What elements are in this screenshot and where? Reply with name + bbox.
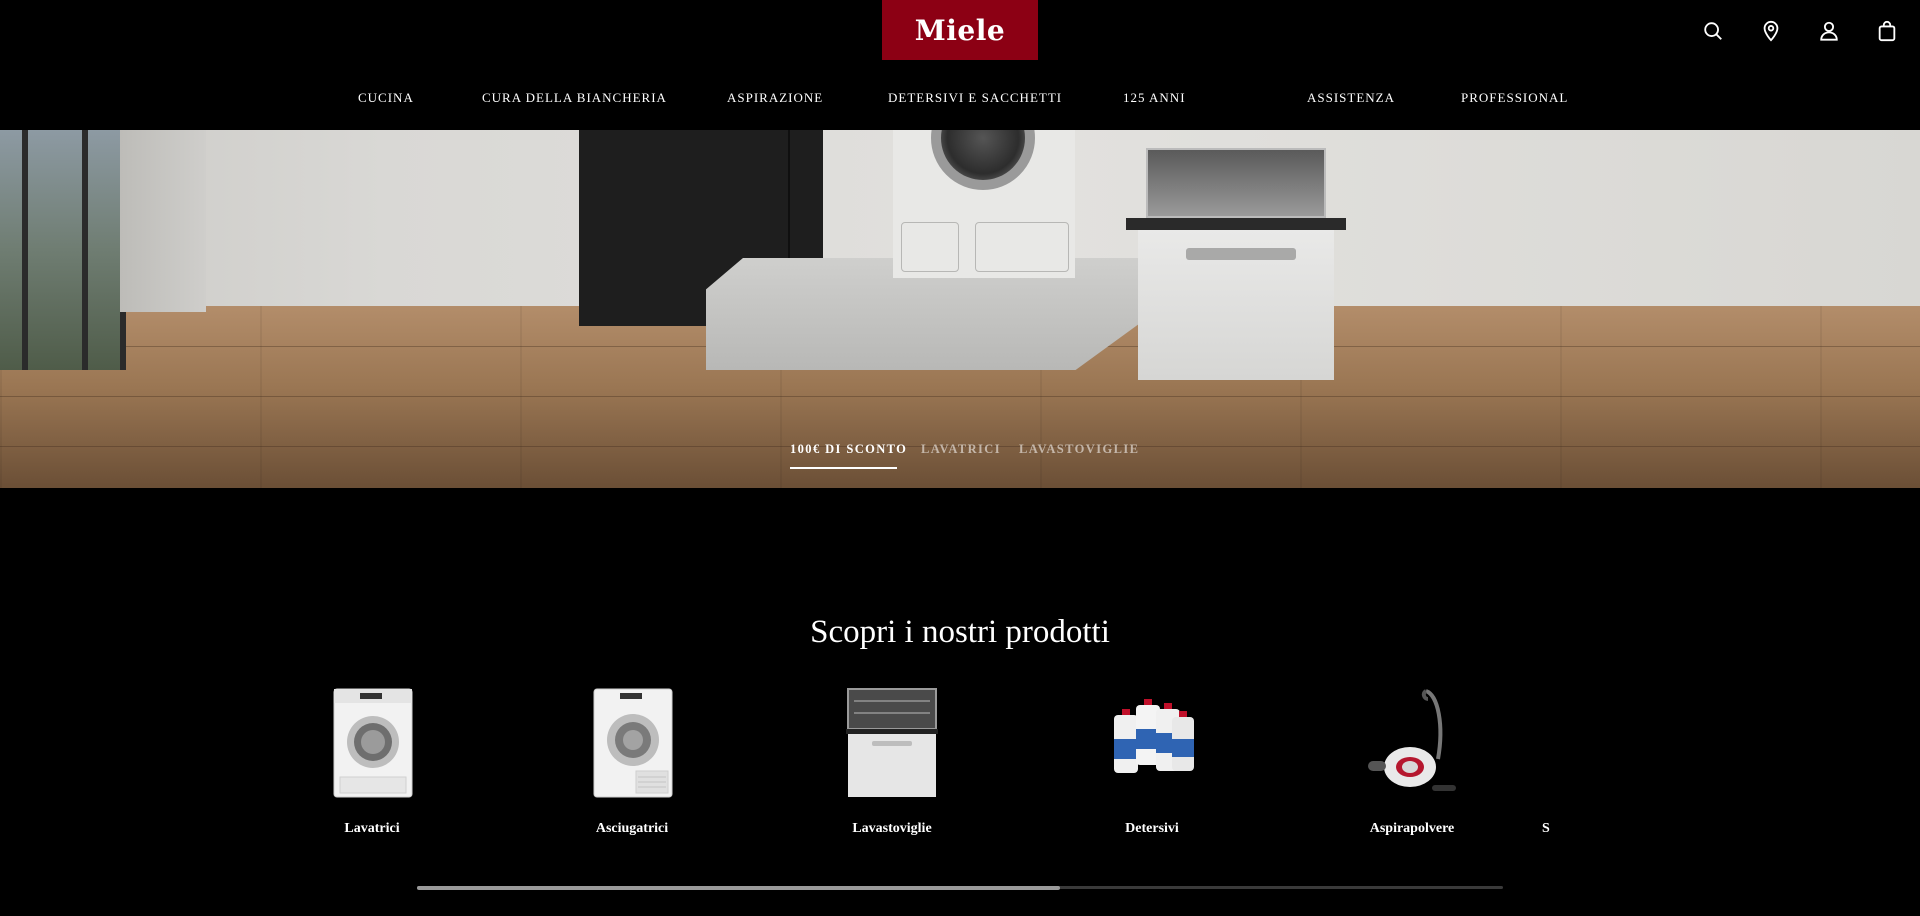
product-label: Aspirapolvere (1369, 821, 1455, 836)
window-image (0, 130, 126, 370)
hero-tabs: 100€ DI SCONTO LAVATRICI LAVASTOVIGLIE (0, 440, 1920, 470)
nav-item-cucina[interactable]: CUCINA (358, 84, 414, 112)
active-tab-underline (790, 467, 897, 469)
product-label: Lavatrici (344, 821, 400, 836)
product-card-detersivi[interactable]: Detersivi (1072, 685, 1232, 837)
hero-tab-100-di-sconto[interactable]: 100€ DI SCONTO (790, 440, 907, 458)
main-navigation: CUCINA CURA DELLA BIANCHERIA ASPIRAZIONE… (0, 84, 1920, 112)
logo-text: Miele (914, 13, 1006, 47)
washing-machine-icon (312, 685, 432, 801)
search-icon[interactable] (1698, 16, 1728, 46)
product-card-partial[interactable]: S (1532, 685, 1592, 837)
detergent-bottles-icon (1092, 685, 1212, 801)
tumble-dryer-icon (572, 685, 692, 801)
account-icon[interactable] (1814, 16, 1844, 46)
product-card-lavatrici[interactable]: Lavatrici (292, 685, 452, 837)
dishwasher-image (1126, 148, 1346, 380)
dishwasher-icon (832, 685, 952, 801)
nav-item-assistenza[interactable]: ASSISTENZA (1307, 84, 1395, 112)
product-label: Lavastoviglie (852, 821, 932, 836)
section-title: Scopri i nostri prodotti (810, 614, 1110, 650)
utility-icons (1698, 16, 1902, 46)
location-pin-icon[interactable] (1756, 16, 1786, 46)
shopping-bag-icon[interactable] (1872, 16, 1902, 46)
nav-item-125-anni[interactable]: 125 ANNI (1123, 84, 1186, 112)
nav-item-professional[interactable]: PROFESSIONAL (1461, 84, 1568, 112)
product-label: S (1542, 821, 1550, 836)
product-card-lavastoviglie[interactable]: Lavastoviglie (812, 685, 972, 837)
miele-logo[interactable]: Miele (882, 0, 1038, 60)
nav-item-aspirazione[interactable]: ASPIRAZIONE (727, 84, 823, 112)
product-label: Detersivi (1125, 821, 1179, 836)
nav-item-cura-della-biancheria[interactable]: CURA DELLA BIANCHERIA (482, 84, 667, 112)
hero-banner[interactable] (0, 130, 1920, 488)
product-card-aspirapolvere[interactable]: Aspirapolvere (1332, 685, 1492, 837)
nav-item-detersivi-e-sacchetti[interactable]: DETERSIVI E SACCHETTI (888, 84, 1062, 112)
hero-tab-lavatrici[interactable]: LAVATRICI (921, 440, 1001, 458)
washing-machine-image (893, 130, 1075, 278)
product-label: Asciugatrici (595, 821, 669, 836)
site-header: Miele CUCINA CURA DELLA BIANCHERIA ASPIR… (0, 0, 1920, 130)
product-card-asciugatrici[interactable]: Asciugatrici (552, 685, 712, 837)
hero-tab-lavastoviglie[interactable]: LAVASTOVIGLIE (1019, 440, 1139, 458)
vacuum-cleaner-icon (1352, 685, 1472, 801)
carousel-scroll-thumb[interactable] (417, 886, 1060, 890)
